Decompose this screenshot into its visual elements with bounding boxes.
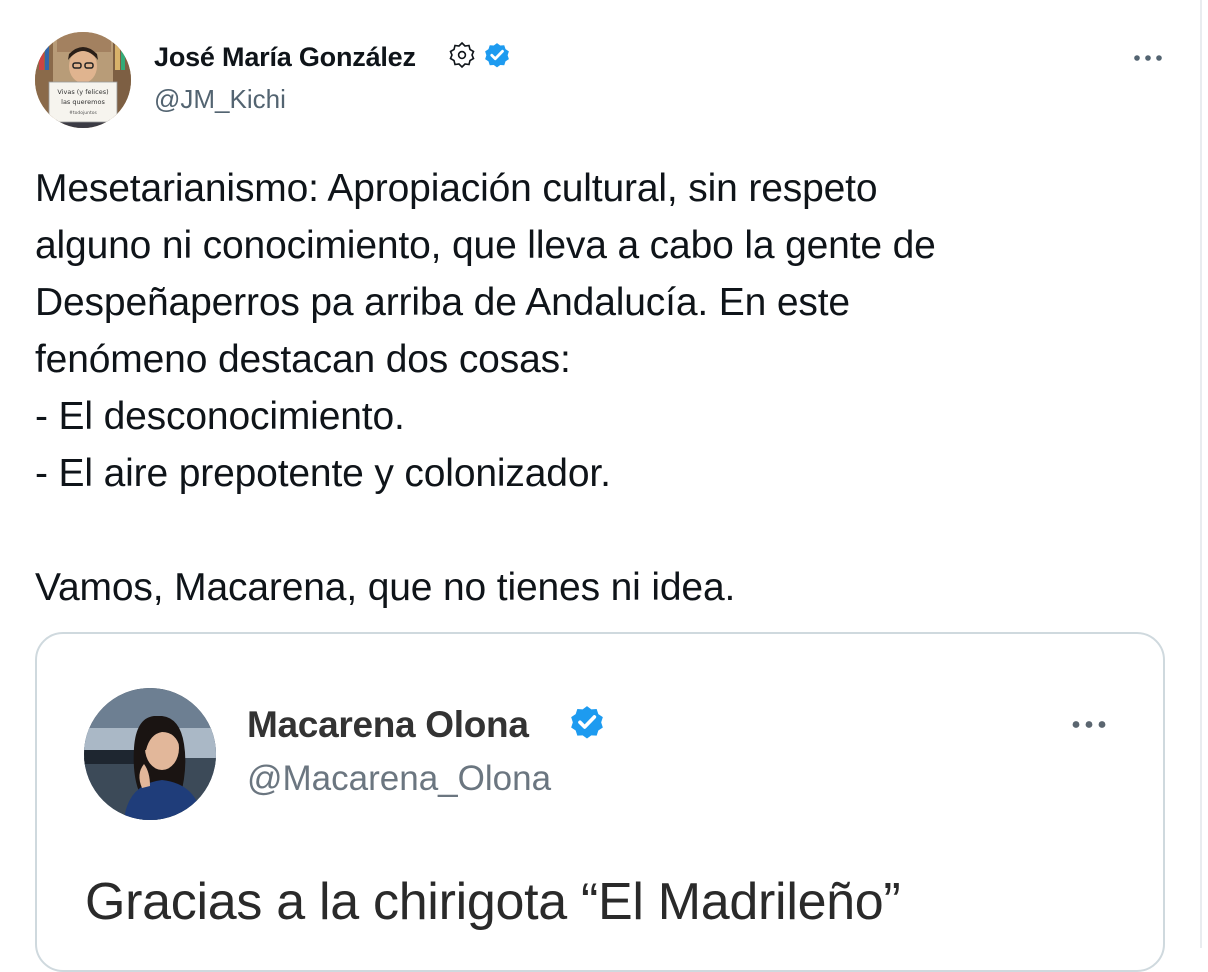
avatar-sign-line-1: Vivas (y felices) <box>57 88 108 96</box>
quoted-tweet-text: Gracias a la chirigota “El Madrileño” <box>85 873 901 931</box>
affiliation-badge-icon <box>448 41 476 74</box>
quoted-tweet-card[interactable]: Macarena Olona @Macarena_Olona Gracias a… <box>35 632 1165 972</box>
quoted-author-name[interactable]: Macarena Olona <box>247 704 529 746</box>
more-horizontal-icon <box>1072 720 1106 728</box>
avatar-sign-line-3: #todojuntos <box>69 110 97 116</box>
more-horizontal-icon <box>1134 55 1162 61</box>
quoted-verified-badge-icon <box>567 702 607 747</box>
tweet-text: Mesetarianismo: Apropiación cultural, si… <box>35 167 936 609</box>
more-options-button[interactable] <box>1130 48 1166 68</box>
author-handle[interactable]: @JM_Kichi <box>154 84 286 115</box>
tweet: Vivas (y felices) las queremos #todojunt… <box>0 0 1200 972</box>
quoted-more-options-button[interactable] <box>1067 714 1111 734</box>
quoted-author-avatar[interactable] <box>84 688 216 820</box>
author-avatar[interactable]: Vivas (y felices) las queremos #todojunt… <box>35 32 131 128</box>
avatar-sign-line-2: las queremos <box>61 98 105 106</box>
author-badges <box>448 40 512 75</box>
quoted-avatar-image <box>84 688 216 820</box>
author-avatar-image: Vivas (y felices) las queremos #todojunt… <box>35 32 131 128</box>
quoted-author-handle[interactable]: @Macarena_Olona <box>247 759 551 799</box>
verified-badge-icon <box>482 40 512 75</box>
author-name[interactable]: José María González <box>154 42 416 73</box>
window-edge <box>1200 0 1202 948</box>
